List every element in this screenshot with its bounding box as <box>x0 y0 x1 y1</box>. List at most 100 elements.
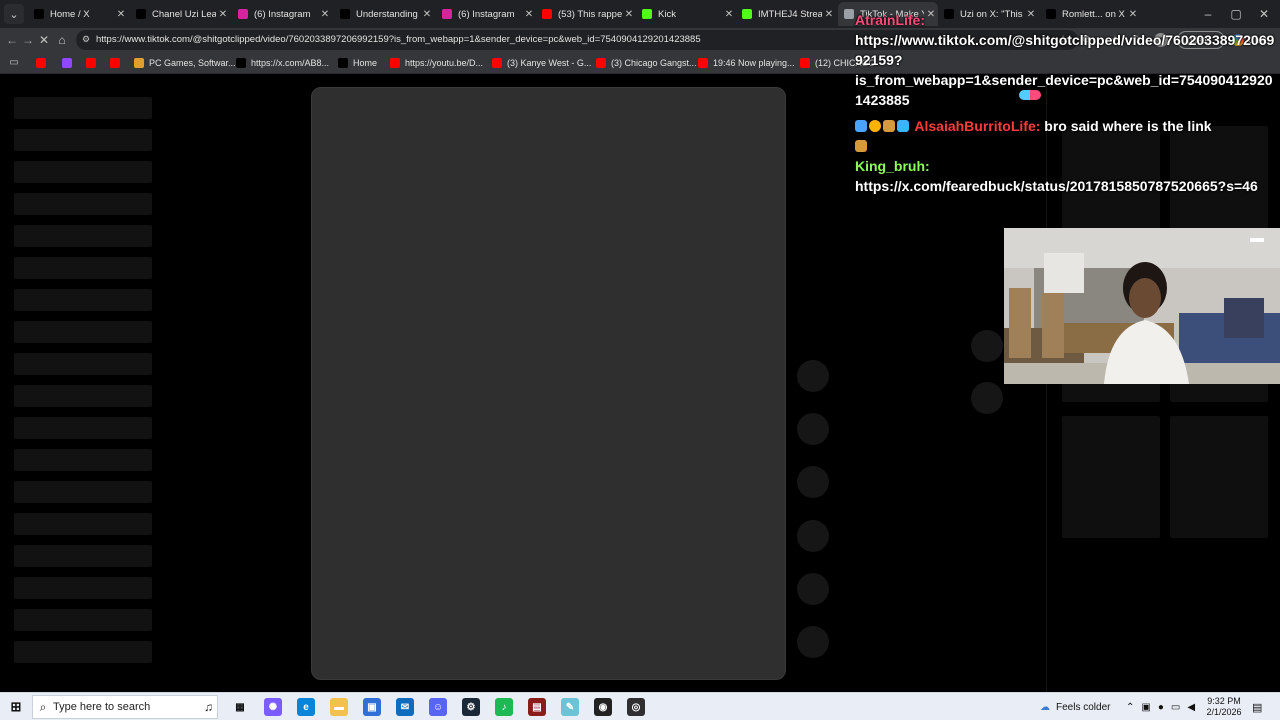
chat-username: AlsaiahBurritoLife: <box>914 118 1041 134</box>
url-text: https://www.tiktok.com/@shitgotclipped/v… <box>96 34 701 45</box>
browser-tab[interactable]: Home / X ✕ <box>28 2 128 26</box>
store-icon[interactable]: ▣ <box>363 698 381 716</box>
bookmark-label: Home <box>353 58 378 68</box>
action-button-skeleton[interactable] <box>797 573 829 605</box>
home-icon[interactable]: ⌂ <box>54 32 70 48</box>
system-tray: ⌃ ▣ ● ▭ ◀ <box>1126 693 1195 720</box>
bookmark-item[interactable] <box>36 56 51 70</box>
close-tab-icon[interactable]: ✕ <box>622 9 636 20</box>
nav-skeleton <box>14 161 152 183</box>
close-tab-icon[interactable]: ✕ <box>722 9 736 20</box>
youtube-icon <box>542 9 552 19</box>
close-tab-icon[interactable]: ✕ <box>216 9 230 20</box>
browser-tab[interactable]: (6) Instagram ✕ <box>436 2 536 26</box>
bookmark-item[interactable] <box>62 56 77 70</box>
related-video-skeleton[interactable] <box>1170 416 1268 538</box>
tray-app-icon[interactable]: ▣ <box>1141 702 1150 713</box>
spotify-icon[interactable]: ♪ <box>495 698 513 716</box>
chrome-icon[interactable]: ◉ <box>594 698 612 716</box>
cube-emote-icon <box>897 120 909 132</box>
taskbar-search[interactable]: ⌕ Type here to search ♫ <box>32 695 218 719</box>
game-icon <box>134 58 144 68</box>
bookmark-label: PC Games, Softwar... <box>149 58 236 68</box>
browser-tab[interactable]: (6) Instagram ✕ <box>232 2 332 26</box>
chat-message: AlsaiahBurritoLife: bro said where is th… <box>855 116 1275 156</box>
weather-widget[interactable]: ☁ Feels colder <box>1040 693 1110 720</box>
browser-tab[interactable]: Chanel Uzi Leaks✕ <box>130 2 230 26</box>
taco-emote-icon <box>883 120 895 132</box>
site-info-icon[interactable]: ⚙ <box>82 34 94 46</box>
back-icon[interactable]: ← <box>4 32 20 48</box>
x-logo-icon <box>338 58 348 68</box>
outlook-icon[interactable]: ✉ <box>396 698 414 716</box>
winrar-icon[interactable]: ▤ <box>528 698 546 716</box>
close-tab-icon[interactable]: ✕ <box>522 9 536 20</box>
forward-icon[interactable]: → <box>20 32 36 48</box>
action-button-skeleton[interactable] <box>797 360 829 392</box>
bookmark-item[interactable]: PC Games, Softwar... <box>134 56 236 70</box>
x-logo-icon <box>236 58 246 68</box>
chat-text: https://www.tiktok.com/@shitgotclipped/v… <box>855 32 1275 108</box>
sidebar-toggle-icon[interactable]: ▭ <box>6 55 22 71</box>
webcam-image <box>1004 228 1280 384</box>
youtube-icon <box>800 58 810 68</box>
edge-icon[interactable]: e <box>297 698 315 716</box>
steam-icon[interactable]: ⚙ <box>462 698 480 716</box>
bookmark-item[interactable] <box>86 56 101 70</box>
bookmark-item[interactable]: (3) Kanye West - G... <box>492 56 591 70</box>
close-tab-icon[interactable]: ✕ <box>822 9 836 20</box>
stop-loading-icon[interactable]: ✕ <box>36 32 52 48</box>
action-button-skeleton[interactable] <box>797 626 829 658</box>
browser-tab[interactable]: Kick ✕ <box>636 2 736 26</box>
bookmark-item[interactable] <box>110 56 125 70</box>
windows-start-icon[interactable]: ⊞ <box>7 698 25 716</box>
bookmark-item[interactable]: Home <box>338 56 377 70</box>
network-icon[interactable]: ▭ <box>1171 702 1180 713</box>
bookmark-item[interactable]: https://youtu.be/D... <box>390 56 483 70</box>
file-explorer-icon[interactable]: ▬ <box>330 698 348 716</box>
tab-search-dropdown[interactable]: ⌄ <box>4 4 24 24</box>
related-video-skeleton[interactable] <box>1062 416 1160 538</box>
youtube-icon <box>110 58 120 68</box>
tiktok-icon <box>136 9 146 19</box>
bookmark-item[interactable]: https://x.com/AB8... <box>236 56 329 70</box>
bookmark-label: https://x.com/AB8... <box>251 58 330 68</box>
obs-icon[interactable]: ◎ <box>627 698 645 716</box>
nav-skeleton <box>14 225 152 247</box>
x-logo-icon <box>34 9 44 19</box>
youtube-icon <box>36 58 46 68</box>
browser-tab[interactable]: (53) This rapper is✕ <box>536 2 636 26</box>
twitch-icon <box>62 58 72 68</box>
microphone-icon[interactable]: ● <box>1158 702 1164 713</box>
action-button-skeleton[interactable] <box>971 330 1003 362</box>
browser-tab[interactable]: Understanding W✕ <box>334 2 434 26</box>
action-button-skeleton[interactable] <box>797 466 829 498</box>
nav-skeleton <box>14 513 152 535</box>
discord-icon[interactable]: ☺ <box>429 698 447 716</box>
bookmark-item[interactable]: (3) Chicago Gangst... <box>596 56 697 70</box>
action-button-skeleton[interactable] <box>971 382 1003 414</box>
action-button-skeleton[interactable] <box>797 413 829 445</box>
bookmark-label: (3) Chicago Gangst... <box>611 58 697 68</box>
task-view-icon[interactable]: ▦ <box>231 698 249 716</box>
youtube-icon <box>390 58 400 68</box>
taco-emote-icon <box>855 140 867 152</box>
bookmark-item[interactable]: 19:46 Now playing... <box>698 56 795 70</box>
close-tab-icon[interactable]: ✕ <box>420 9 434 20</box>
notepad-icon[interactable]: ✎ <box>561 698 579 716</box>
action-button-skeleton[interactable] <box>797 520 829 552</box>
browser-tab[interactable]: IMTHEJ4 Stream✕ <box>736 2 836 26</box>
tray-chevron-icon[interactable]: ⌃ <box>1126 702 1134 713</box>
close-tab-icon[interactable]: ✕ <box>318 9 332 20</box>
video-placeholder[interactable] <box>311 87 786 680</box>
nav-skeleton <box>14 545 152 567</box>
bookmark-label: 19:46 Now playing... <box>713 58 795 68</box>
clock[interactable]: 9:32 PM 2/1/2026 <box>1204 696 1244 718</box>
windows-taskbar: ⊞ ⌕ Type here to search ♫ ▦ ✺ e ▬ ▣ ✉ ☺ ⚙ ♪ ▤ ✎ ◉ ◎ … <box>0 692 1280 720</box>
sword-emote-icon <box>855 120 867 132</box>
notifications-icon[interactable]: ▤ <box>1252 693 1262 720</box>
youtube-icon <box>596 58 606 68</box>
copilot-icon[interactable]: ✺ <box>264 698 282 716</box>
close-tab-icon[interactable]: ✕ <box>114 9 128 20</box>
volume-icon[interactable]: ◀ <box>1187 702 1195 713</box>
